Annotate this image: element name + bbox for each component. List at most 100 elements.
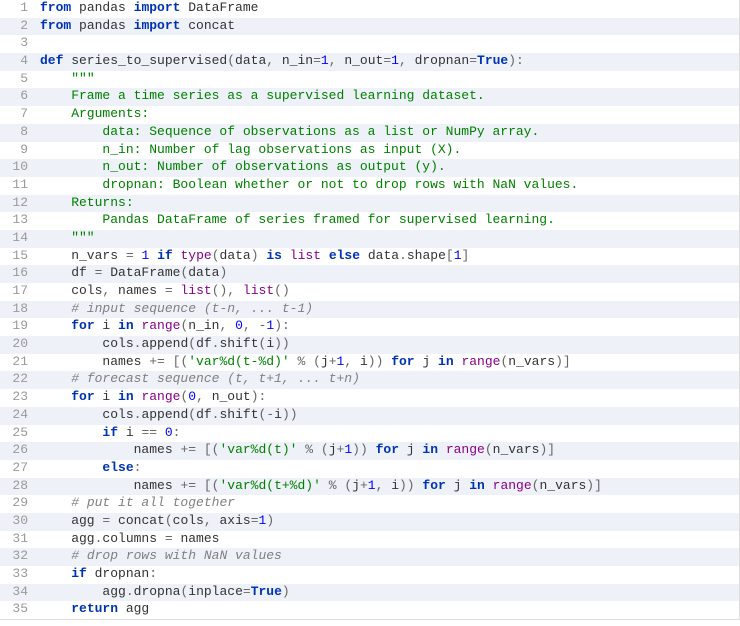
token-name <box>282 248 290 263</box>
line-number: 34 <box>0 584 36 599</box>
token-kw: in <box>438 354 454 369</box>
token-name <box>40 71 71 86</box>
code-line: 25 if i == 0: <box>0 425 739 443</box>
token-num: 1 <box>391 53 399 68</box>
token-name <box>485 478 493 493</box>
code-line: 21 names += [('var%d(t-%d)' % (j+1, i)) … <box>0 354 739 372</box>
token-kw: in <box>118 318 134 333</box>
token-bltn: range <box>446 442 485 457</box>
token-name: n_in <box>188 318 219 333</box>
token-cmt: # input sequence (t-n, ... t-1) <box>71 301 313 316</box>
token-name: i <box>274 407 282 422</box>
code-line: 24 cols.append(df.shift(-i)) <box>0 407 739 425</box>
token-name <box>368 442 376 457</box>
code-line: 26 names += [('var%d(t)' % (j+1)) for j … <box>0 442 739 460</box>
token-cmt: # put it all together <box>71 495 235 510</box>
line-code: from pandas import concat <box>36 18 235 33</box>
token-str: 'var%d(t+%d)' <box>219 478 320 493</box>
token-name: n_vars <box>539 478 586 493</box>
token-name: dropna <box>134 584 181 599</box>
token-name: i <box>95 389 118 404</box>
token-par: )] <box>555 354 571 369</box>
token-name <box>40 389 71 404</box>
token-name <box>157 425 165 440</box>
token-par: ] <box>462 248 470 263</box>
line-code: names += [('var%d(t+%d)' % (j+1, i)) for… <box>36 478 602 493</box>
token-op: += <box>180 478 196 493</box>
token-op: , <box>344 354 352 369</box>
token-op: : <box>259 389 267 404</box>
token-name: n_in <box>274 53 313 68</box>
line-number: 12 <box>0 195 36 210</box>
token-cmt: # forecast sequence (t, t+1, ... t+n) <box>71 371 360 386</box>
token-name: i <box>383 478 399 493</box>
token-kw: if <box>71 566 87 581</box>
token-name: cols <box>173 513 204 528</box>
token-name: j <box>321 354 329 369</box>
token-op: , <box>266 53 274 68</box>
token-kw: True <box>251 584 282 599</box>
line-code: agg.columns = names <box>36 531 219 546</box>
token-name: concat <box>110 513 165 528</box>
line-code: from pandas import DataFrame <box>36 0 258 15</box>
token-par: )] <box>539 442 555 457</box>
token-par: )) <box>352 442 368 457</box>
token-name: agg <box>118 601 149 616</box>
token-par: [( <box>204 478 220 493</box>
token-name <box>40 548 71 563</box>
code-line: 1from pandas import DataFrame <box>0 0 739 18</box>
token-num: 1 <box>321 53 329 68</box>
line-number: 29 <box>0 495 36 510</box>
token-par: ( <box>188 336 196 351</box>
line-code: cols.append(df.shift(-i)) <box>36 407 298 422</box>
code-line: 20 cols.append(df.shift(i)) <box>0 336 739 354</box>
token-name: df <box>40 265 95 280</box>
token-par: ) <box>251 389 259 404</box>
token-par: ) <box>251 248 259 263</box>
token-name: DataFrame <box>180 0 258 15</box>
token-par: ( <box>188 407 196 422</box>
token-par: () <box>274 283 290 298</box>
token-name: dropnan <box>87 566 149 581</box>
code-line: 16 df = DataFrame(data) <box>0 265 739 283</box>
token-par: ( <box>227 53 235 68</box>
code-line: 5 """ <box>0 71 739 89</box>
token-kw: def <box>40 53 63 68</box>
token-name: pandas <box>71 0 133 15</box>
token-name: agg <box>40 584 126 599</box>
token-name: series_to_supervised <box>63 53 227 68</box>
token-op: = <box>165 531 173 546</box>
token-num: 0 <box>235 318 243 333</box>
token-op: = <box>469 53 477 68</box>
token-name: j <box>399 442 422 457</box>
code-line: 18 # input sequence (t-n, ... t-1) <box>0 301 739 319</box>
code-line: 7 Arguments: <box>0 106 739 124</box>
token-num: 1 <box>344 442 352 457</box>
token-op: += <box>149 354 165 369</box>
token-par: ) <box>266 513 274 528</box>
token-str: Returns: <box>40 195 134 210</box>
token-name: i <box>118 425 141 440</box>
token-name <box>196 478 204 493</box>
token-kw: True <box>477 53 508 68</box>
token-str: """ <box>40 230 95 245</box>
code-line: 31 agg.columns = names <box>0 531 739 549</box>
line-number: 10 <box>0 159 36 174</box>
token-name: data <box>220 248 251 263</box>
token-name <box>40 460 102 475</box>
token-name <box>40 566 71 581</box>
token-op: = <box>251 513 259 528</box>
token-name: shift <box>219 336 258 351</box>
token-par: ) <box>274 318 282 333</box>
line-number: 33 <box>0 566 36 581</box>
token-name: shift <box>219 407 258 422</box>
token-op: % <box>329 478 337 493</box>
token-par: [ <box>446 248 454 263</box>
token-name <box>40 371 71 386</box>
line-code: names += [('var%d(t-%d)' % (j+1, i)) for… <box>36 354 571 369</box>
token-kw: import <box>134 0 181 15</box>
code-line: 33 if dropnan: <box>0 566 739 584</box>
token-name: j <box>446 478 469 493</box>
token-par: ( <box>313 354 321 369</box>
token-par: ( <box>344 478 352 493</box>
